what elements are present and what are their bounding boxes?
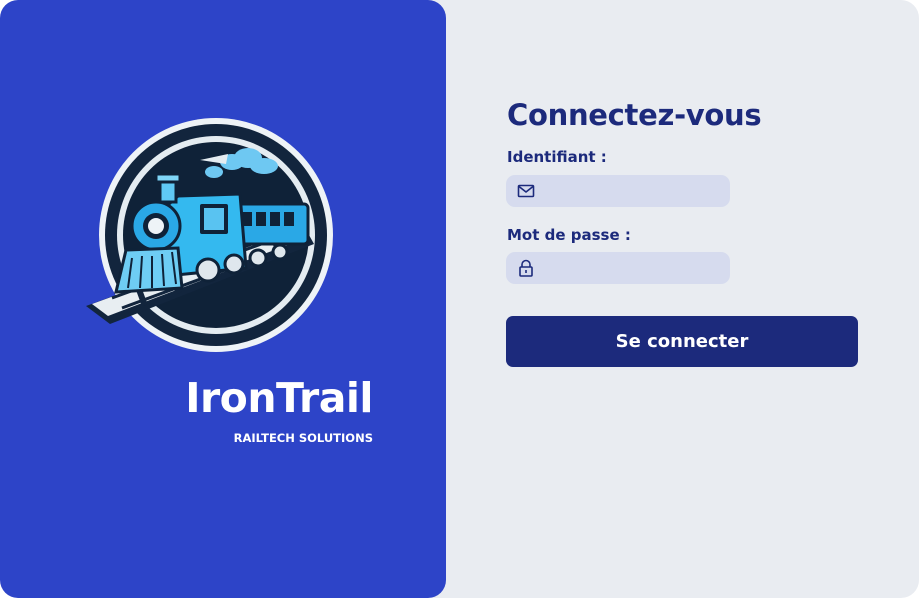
- envelope-icon: [517, 184, 535, 198]
- login-screen: IronTrail RAILTECH SOLUTIONS Connectez-v…: [0, 0, 922, 598]
- password-label: Mot de passe :: [507, 226, 631, 244]
- username-input[interactable]: [544, 175, 724, 207]
- password-field[interactable]: [506, 252, 730, 284]
- login-submit-button[interactable]: Se connecter: [506, 316, 858, 367]
- locomotive-logo-icon: [86, 118, 333, 352]
- login-title: Connectez-vous: [507, 98, 762, 132]
- brand-name: IronTrail: [185, 374, 373, 422]
- username-label: Identifiant :: [507, 148, 607, 166]
- brand-tagline: RAILTECH SOLUTIONS: [233, 431, 373, 445]
- brand-panel: IronTrail RAILTECH SOLUTIONS: [0, 0, 446, 598]
- password-input[interactable]: [544, 252, 724, 284]
- lock-icon: [519, 259, 533, 277]
- login-panel: [400, 0, 919, 598]
- username-field[interactable]: [506, 175, 730, 207]
